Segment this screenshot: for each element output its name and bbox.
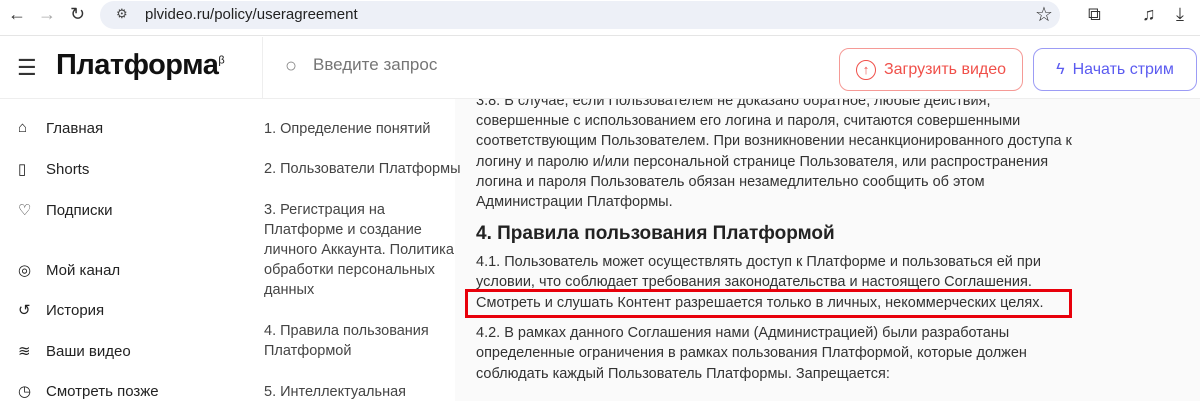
- reload-icon[interactable]: ↻: [70, 4, 85, 25]
- paragraph-line: 4.2. В рамках данного Соглашения нами (А…: [476, 325, 1010, 341]
- shorts-icon: ▯: [18, 161, 27, 178]
- clock-icon: ◷: [18, 383, 32, 400]
- toc-link[interactable]: Платформе и создание: [264, 222, 422, 238]
- toc-link[interactable]: 4. Правила пользования: [264, 323, 429, 339]
- media-icon[interactable]: ♫: [1142, 4, 1156, 25]
- paragraph-line: определенные ограничения в рамках пользо…: [476, 345, 1027, 361]
- start-stream-button[interactable]: ϟ Начать стрим: [1033, 48, 1197, 91]
- forward-icon[interactable]: →: [38, 4, 56, 25]
- address-bar[interactable]: ⚙ plvideo.ru/policy/useragreement ☆: [100, 1, 1060, 29]
- toc-link[interactable]: 5. Интеллектуальная: [264, 384, 406, 400]
- upload-video-button[interactable]: ↑ Загрузить видео: [839, 48, 1023, 91]
- toc-link[interactable]: данных: [264, 282, 314, 298]
- sidebar-label: Shorts: [46, 161, 90, 178]
- browser-toolbar: ← → ↻ ⚙ plvideo.ru/policy/useragreement …: [0, 0, 1200, 36]
- paragraph-line: логину и паролю и/или персональной стран…: [476, 154, 1049, 170]
- sidebar-label: Подписки: [46, 202, 113, 219]
- toc-link[interactable]: 2. Пользователи Платформы: [264, 161, 461, 177]
- stream-label: Начать стрим: [1072, 60, 1174, 78]
- logo-text: Платформа: [56, 49, 219, 81]
- page-body: ⌂ Главная ▯ Shorts ♡ Подписки ◎ Мой канал ↺ И…: [0, 99, 1200, 401]
- beta-mark: β: [218, 54, 225, 67]
- toc-link[interactable]: обработки персональных: [264, 262, 435, 278]
- history-icon: ↺: [18, 302, 31, 319]
- layers-icon: ≋: [18, 343, 31, 360]
- paragraph-line: 3.8. В случае, если Пользователем не док…: [476, 99, 991, 109]
- back-icon[interactable]: ←: [8, 4, 26, 25]
- download-icon[interactable]: ⤓: [1176, 4, 1184, 25]
- site-info-icon[interactable]: ⚙: [116, 6, 128, 22]
- extensions-icon[interactable]: ⧉: [1088, 4, 1101, 25]
- toc-link[interactable]: личного Аккаунта. Политика: [264, 242, 454, 258]
- sidebar-label: Главная: [46, 120, 104, 137]
- paragraph-line: Администрации Платформы.: [476, 194, 673, 210]
- search-input[interactable]: [313, 55, 793, 75]
- paragraph-line: совершенные с использованием его логина …: [476, 113, 1021, 129]
- divider: [262, 37, 263, 99]
- section-heading: 4. Правила пользования Платформой: [476, 223, 835, 244]
- paragraph-line: соблюдать каждый Пользователь Платформы.…: [476, 366, 890, 382]
- home-icon: ⌂: [18, 119, 28, 136]
- paragraph-line: логина и пароля Пользователь обязан неза…: [476, 174, 985, 190]
- menu-icon[interactable]: ☰: [17, 55, 37, 81]
- paragraph-line: соответствующим Пользователем. При возни…: [476, 133, 1072, 149]
- sidebar-label: Ваши видео: [46, 343, 131, 360]
- sidebar-label: Мой канал: [46, 262, 121, 279]
- sidebar-label: История: [46, 302, 105, 319]
- site-header: ☰ Платформаβ ○ ↑ Загрузить видео ϟ Начат…: [0, 37, 1200, 99]
- sidebar-label: Смотреть позже: [46, 383, 159, 400]
- paragraph-line: условии, что соблюдает требования законо…: [476, 274, 1032, 290]
- user-icon: ◎: [18, 262, 32, 279]
- upload-icon: ↑: [855, 59, 876, 80]
- bookmark-star-icon[interactable]: ☆: [1035, 2, 1053, 27]
- highlighted-line: Смотреть и слушать Контент разрешается т…: [476, 295, 1044, 311]
- toc-link[interactable]: Платформой: [264, 343, 351, 359]
- paragraph-line: 4.1. Пользователь может осуществлять дос…: [476, 254, 1041, 270]
- upload-label: Загрузить видео: [883, 60, 1007, 78]
- lightning-icon: ϟ: [1056, 60, 1065, 78]
- search-icon: ○: [285, 55, 298, 77]
- url-text[interactable]: plvideo.ru/policy/useragreement: [145, 6, 358, 23]
- toc-link[interactable]: 3. Регистрация на: [264, 202, 385, 218]
- logo[interactable]: Платформаβ: [56, 49, 225, 82]
- heart-icon: ♡: [18, 202, 32, 219]
- toc-link[interactable]: 1. Определение понятий: [264, 121, 430, 137]
